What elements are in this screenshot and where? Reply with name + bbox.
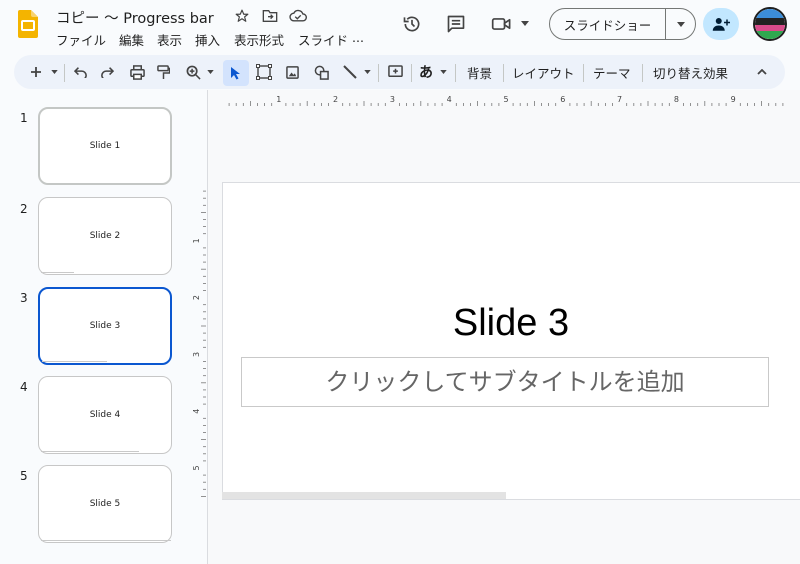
new-slide-icon[interactable] <box>28 63 44 81</box>
star-icon[interactable] <box>234 8 250 24</box>
slide-thumbnail[interactable]: Slide 5 <box>38 465 172 543</box>
toolbar-divider <box>378 64 379 82</box>
line-dropdown-icon[interactable] <box>362 68 372 76</box>
vertical-ruler: 1 2 3 4 5 <box>193 190 206 497</box>
slideshow-dropdown[interactable] <box>666 9 695 39</box>
toolbar-divider <box>583 64 584 82</box>
collapse-toolbar-icon[interactable] <box>754 64 770 80</box>
slideshow-label[interactable]: スライドショー <box>550 9 666 39</box>
add-person-icon <box>712 16 730 32</box>
meet-icon[interactable] <box>490 12 514 36</box>
progress-bar <box>41 451 139 452</box>
toolbar-divider <box>411 64 412 82</box>
slide-thumbnail-label: Slide 1 <box>89 141 121 151</box>
paint-format-icon[interactable] <box>155 63 171 81</box>
select-tool[interactable] <box>223 60 249 86</box>
background-button[interactable]: 背景 <box>467 63 492 82</box>
toolbar-divider <box>503 64 504 82</box>
zoom-icon[interactable] <box>184 63 202 81</box>
progress-bar <box>41 272 74 273</box>
progress-bar <box>41 540 171 541</box>
zoom-dropdown-icon[interactable] <box>205 68 215 76</box>
ruler-label: 9 <box>731 95 736 104</box>
ruler-label: 7 <box>617 95 622 104</box>
slide-thumbnail[interactable]: Slide 4 <box>38 376 172 454</box>
version-history-icon[interactable] <box>400 12 424 36</box>
text-box-icon[interactable] <box>255 63 273 81</box>
ruler-label: 3 <box>390 95 395 104</box>
slide-title[interactable]: Slide 3 <box>222 302 800 345</box>
layout-button[interactable]: レイアウト <box>512 63 575 82</box>
ruler-label: 1 <box>193 238 201 243</box>
move-folder-icon[interactable] <box>261 8 279 24</box>
transition-button[interactable]: 切り替え効果 <box>653 63 728 82</box>
menu-file[interactable]: ファイル <box>56 30 106 49</box>
slideshow-button[interactable]: スライドショー <box>549 8 696 40</box>
menu-more[interactable]: ... <box>352 30 364 45</box>
ruler-label: 3 <box>193 352 201 357</box>
menu-slide[interactable]: スライド <box>298 30 348 49</box>
menu-insert[interactable]: 挿入 <box>195 30 220 49</box>
menu-format[interactable]: 表示形式 <box>234 30 284 49</box>
shape-icon[interactable] <box>312 63 330 81</box>
avatar[interactable] <box>753 7 787 41</box>
slide-number: 5 <box>20 469 28 483</box>
slides-logo-icon[interactable] <box>18 10 38 38</box>
redo-icon[interactable] <box>99 64 115 80</box>
ruler-label: 4 <box>193 409 201 414</box>
toolbar-divider <box>455 64 456 82</box>
cloud-saved-icon[interactable] <box>288 8 308 24</box>
slide-number: 2 <box>20 202 28 216</box>
subtitle-placeholder-text[interactable]: クリックしてサブタイトルを追加 <box>241 362 769 397</box>
input-tools-dropdown-icon[interactable] <box>438 68 448 76</box>
document-title[interactable]: コピー 〜 Progress bar <box>56 7 214 28</box>
slide-thumbnail-label: Slide 5 <box>89 499 121 509</box>
input-tools-button[interactable]: あ <box>419 62 433 82</box>
image-icon[interactable] <box>284 64 300 80</box>
ruler-label: 5 <box>193 465 201 470</box>
slide-thumbnail[interactable]: Slide 3 <box>38 287 172 365</box>
slide-thumbnail-label: Slide 3 <box>89 321 121 331</box>
ruler-label: 1 <box>276 95 281 104</box>
theme-button[interactable]: テーマ <box>593 63 631 82</box>
progress-bar <box>42 361 107 362</box>
slide-number: 4 <box>20 380 28 394</box>
chevron-down-icon <box>676 21 685 27</box>
ruler-label: 2 <box>333 95 338 104</box>
undo-icon[interactable] <box>73 64 89 80</box>
slide-thumbnail-label: Slide 4 <box>89 410 121 420</box>
slide-number: 1 <box>20 111 28 125</box>
ruler-label: 4 <box>447 95 452 104</box>
slides-app: コピー 〜 Progress bar ファイル 編集 表示 挿入 表示形式 スラ… <box>0 0 800 564</box>
horizontal-ruler: 1 2 3 4 5 6 7 8 9 <box>228 95 784 106</box>
meet-dropdown-icon[interactable] <box>520 18 530 28</box>
slide-thumbnail[interactable]: Slide 2 <box>38 197 172 275</box>
ruler-label: 2 <box>193 295 201 300</box>
ruler-label: 8 <box>674 95 679 104</box>
horizontal-scrollbar[interactable] <box>222 492 506 499</box>
slide-number: 3 <box>20 291 28 305</box>
menu-view[interactable]: 表示 <box>157 30 182 49</box>
new-slide-dropdown-icon[interactable] <box>49 68 59 76</box>
slide-thumbnail-label: Slide 2 <box>89 231 121 241</box>
ruler-label: 5 <box>503 95 508 104</box>
share-button[interactable] <box>703 8 739 40</box>
comments-icon[interactable] <box>444 12 468 36</box>
toolbar-divider <box>642 64 643 82</box>
ruler-label: 6 <box>560 95 565 104</box>
print-icon[interactable] <box>128 63 146 81</box>
toolbar-divider <box>64 64 65 82</box>
menu-edit[interactable]: 編集 <box>119 30 144 49</box>
slide-thumbnail[interactable]: Slide 1 <box>38 107 172 185</box>
insert-comment-icon[interactable] <box>386 63 404 81</box>
cursor-arrow-icon <box>230 66 242 80</box>
line-icon[interactable] <box>341 63 359 81</box>
